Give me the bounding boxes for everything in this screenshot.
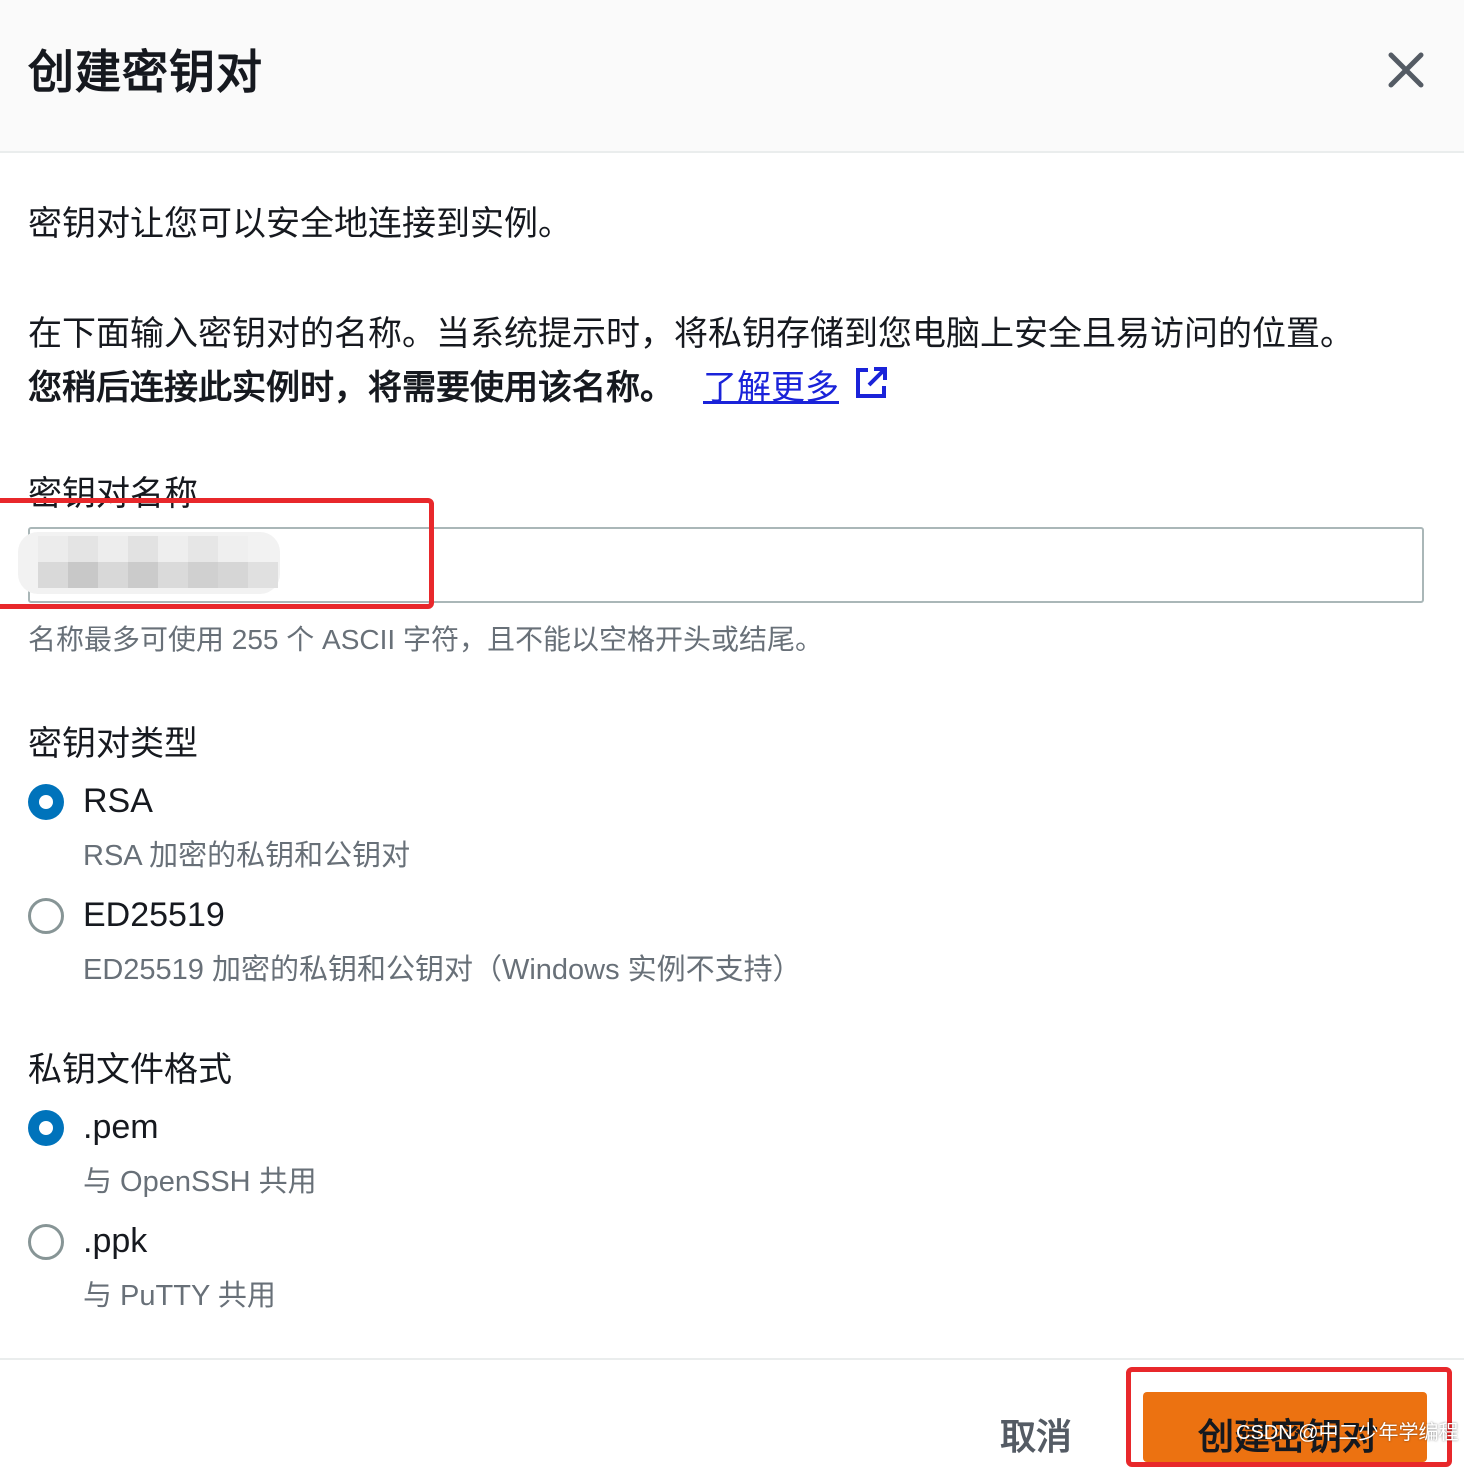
- instruction-bold-text: 您稍后连接此实例时，将需要使用该名称。: [28, 369, 674, 407]
- dialog-header: 创建密钥对: [0, 0, 1464, 153]
- instruction-text: 在下面输入密钥对的名称。当系统提示时，将私钥存储到您电脑上安全且易访问的位置。: [28, 315, 1354, 353]
- intro-text: 密钥对让您可以安全地连接到实例。: [28, 205, 572, 243]
- close-icon[interactable]: [1380, 44, 1432, 96]
- radio-ppk[interactable]: [28, 1224, 64, 1260]
- option-rsa-description: RSA 加密的私钥和公钥对: [83, 840, 411, 872]
- radio-ed25519[interactable]: [28, 898, 64, 934]
- learn-more-link[interactable]: 了解更多: [703, 360, 839, 409]
- option-rsa-label[interactable]: RSA: [83, 782, 153, 821]
- dialog-title: 创建密钥对: [28, 46, 263, 98]
- key-type-label: 密钥对类型: [28, 725, 198, 763]
- key-name-hint: 名称最多可使用 255 个 ASCII 字符，且不能以空格开头或结尾。: [28, 624, 823, 655]
- key-name-label: 密钥对名称: [28, 475, 198, 513]
- radio-rsa[interactable]: [28, 784, 64, 820]
- redacted-value: [18, 532, 280, 594]
- external-link-icon[interactable]: [852, 364, 890, 402]
- option-ed25519-description: ED25519 加密的私钥和公钥对（Windows 实例不支持）: [83, 954, 802, 986]
- watermark: CSDN @中二少年学编程: [1236, 1422, 1459, 1444]
- option-ppk-label[interactable]: .ppk: [83, 1222, 147, 1261]
- option-pem-description: 与 OpenSSH 共用: [83, 1166, 317, 1198]
- radio-pem[interactable]: [28, 1110, 64, 1146]
- cancel-button[interactable]: 取消: [1000, 1408, 1072, 1460]
- option-pem-label[interactable]: .pem: [83, 1108, 159, 1147]
- option-ppk-description: 与 PuTTY 共用: [83, 1280, 276, 1312]
- file-format-label: 私钥文件格式: [28, 1051, 232, 1089]
- option-ed25519-label[interactable]: ED25519: [83, 896, 225, 935]
- footer-divider: [0, 1358, 1464, 1360]
